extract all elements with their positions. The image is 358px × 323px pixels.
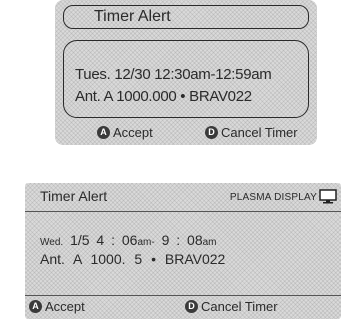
footer-divider <box>25 295 341 296</box>
cancel-timer-button[interactable]: D Cancel Timer <box>185 299 278 314</box>
timer-date: 1/5 <box>70 232 90 248</box>
accept-button[interactable]: A Accept <box>29 299 85 314</box>
d-key-icon: D <box>185 300 198 313</box>
timer-schedule: Wed. 1/5 4 : 06am- 9 : 08am <box>40 232 217 248</box>
timer-details-box: Tues. 12/30 12:30am-12:59am Ant. A 1000.… <box>63 40 309 118</box>
timer-alert-panel-2: Timer Alert PLASMA DISPLAY Wed. 1/5 4 : … <box>25 183 341 319</box>
panel-title: Timer Alert <box>63 5 309 29</box>
a-key-icon: A <box>29 300 42 313</box>
tv-icon <box>319 189 337 204</box>
panel-header: Timer Alert PLASMA DISPLAY <box>25 183 341 212</box>
timer-start-time: 4 : 06 <box>96 232 138 248</box>
timer-alert-panel-1: Timer Alert Tues. 12/30 12:30am-12:59am … <box>55 0 317 145</box>
accept-button[interactable]: A Accept <box>97 125 153 140</box>
timer-channel: Ant. A 1000. 5 • BRAV022 <box>40 251 226 267</box>
timer-day: Wed. <box>40 237 64 248</box>
timer-channel: Ant. A 1000.000 • BRAV022 <box>75 88 252 105</box>
timer-start-suffix: am- <box>137 237 155 248</box>
d-key-icon: D <box>205 126 218 139</box>
a-key-icon: A <box>97 126 110 139</box>
accept-label: Accept <box>113 125 153 140</box>
cancel-timer-label: Cancel Timer <box>221 125 298 140</box>
accept-label: Accept <box>45 299 85 314</box>
button-bar: A Accept D Cancel Timer <box>55 124 317 142</box>
timer-end-suffix: am <box>202 237 217 248</box>
cancel-timer-label: Cancel Timer <box>201 299 278 314</box>
button-bar: A Accept D Cancel Timer <box>25 299 341 317</box>
timer-end-time: 9 : 08 <box>161 232 203 248</box>
cancel-timer-button[interactable]: D Cancel Timer <box>205 125 298 140</box>
panel-title: Timer Alert <box>40 188 108 204</box>
brand-label: PLASMA DISPLAY <box>229 192 317 203</box>
timer-schedule: Tues. 12/30 12:30am-12:59am <box>75 66 272 83</box>
